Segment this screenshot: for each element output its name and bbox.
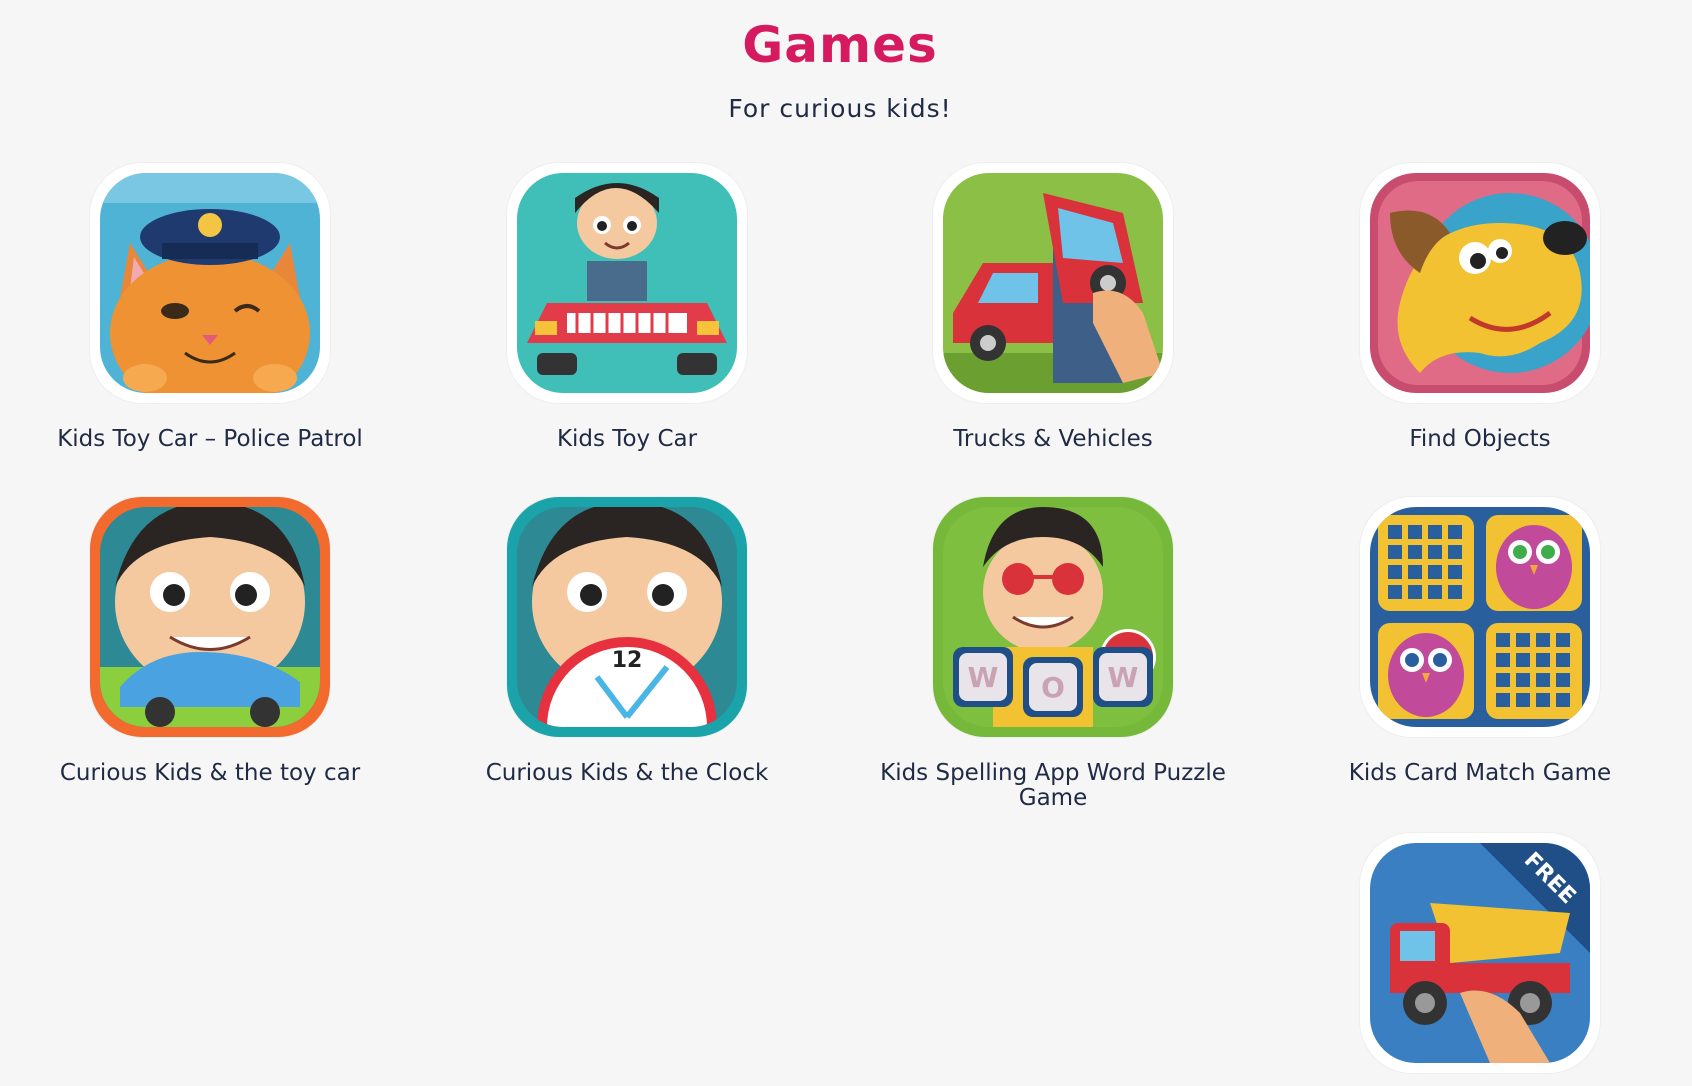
owl-cards-icon: [1370, 507, 1590, 727]
game-title[interactable]: Curious Kids & the Clock: [447, 761, 807, 786]
game-card-curious-kids-clock[interactable]: 12 Curious Kids & the Clock: [417, 497, 837, 786]
game-card-dump-truck-free[interactable]: FREE: [1270, 833, 1690, 1073]
boy-red-car-icon: [517, 173, 737, 393]
app-icon[interactable]: [1360, 163, 1600, 403]
page-title: Games: [742, 16, 938, 74]
wow-letters-icon: W O W: [943, 507, 1163, 727]
app-icon[interactable]: [1360, 497, 1600, 737]
game-card-kids-toy-car[interactable]: Kids Toy Car: [417, 163, 837, 452]
svg-text:O: O: [1041, 671, 1065, 704]
app-icon[interactable]: FREE: [1360, 833, 1600, 1073]
app-icon[interactable]: W O W: [933, 497, 1173, 737]
game-card-find-objects[interactable]: Find Objects: [1270, 163, 1690, 452]
page-subtitle: For curious kids!: [728, 94, 952, 123]
yellow-dog-icon: [1370, 173, 1590, 393]
dump-truck-free-icon: FREE: [1370, 843, 1590, 1063]
svg-text:12: 12: [612, 648, 643, 673]
game-title[interactable]: Kids Card Match Game: [1300, 761, 1660, 786]
car-puzzle-icon: [943, 173, 1163, 393]
game-title[interactable]: Kids Toy Car – Police Patrol: [30, 427, 390, 452]
app-icon[interactable]: [90, 163, 330, 403]
boy-blue-car-icon: [100, 507, 320, 727]
game-title[interactable]: Trucks & Vehicles: [873, 427, 1233, 452]
app-icon[interactable]: [507, 163, 747, 403]
game-title[interactable]: Curious Kids & the toy car: [30, 761, 390, 786]
svg-text:W: W: [968, 661, 999, 694]
game-card-kids-card-match[interactable]: Kids Card Match Game: [1270, 497, 1690, 786]
games-page: Games For curious kids! Kids Toy Car – P…: [0, 0, 1692, 1086]
app-icon[interactable]: [933, 163, 1173, 403]
app-icon[interactable]: [90, 497, 330, 737]
boy-clock-icon: 12: [517, 507, 737, 727]
police-cat-icon: [100, 173, 320, 393]
game-card-trucks-vehicles[interactable]: Trucks & Vehicles: [843, 163, 1263, 452]
game-card-curious-kids-toy-car[interactable]: Curious Kids & the toy car: [0, 497, 420, 786]
game-title[interactable]: Kids Spelling App Word Puzzle Game: [873, 761, 1233, 811]
game-card-kids-spelling-app[interactable]: W O W Kids Spelling App Word Puzzle Game: [843, 497, 1263, 811]
game-card-kids-toy-car-police-patrol[interactable]: Kids Toy Car – Police Patrol: [0, 163, 420, 452]
app-icon[interactable]: 12: [507, 497, 747, 737]
game-title[interactable]: Kids Toy Car: [447, 427, 807, 452]
game-title[interactable]: Find Objects: [1300, 427, 1660, 452]
svg-text:W: W: [1108, 661, 1139, 694]
